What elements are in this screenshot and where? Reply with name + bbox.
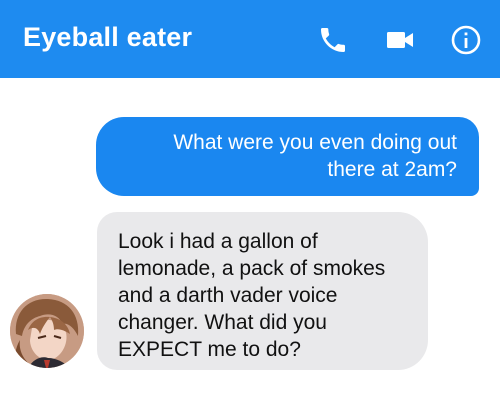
info-icon [451, 25, 481, 55]
chat-screen: Eyeball eater What were you even doing o… [0, 0, 500, 403]
phone-icon [321, 28, 345, 52]
incoming-message[interactable]: Look i had a gallon of lemonade, a pack … [97, 212, 428, 370]
call-button[interactable] [315, 22, 351, 58]
info-button[interactable] [448, 22, 484, 58]
chat-header: Eyeball eater [0, 0, 500, 78]
contact-name[interactable]: Eyeball eater [23, 22, 192, 53]
contact-avatar[interactable] [10, 294, 84, 368]
video-camera-icon [387, 32, 413, 48]
outgoing-message[interactable]: What were you even doing out there at 2a… [96, 117, 479, 196]
avatar-illustration [10, 294, 84, 368]
video-call-button[interactable] [382, 22, 418, 58]
